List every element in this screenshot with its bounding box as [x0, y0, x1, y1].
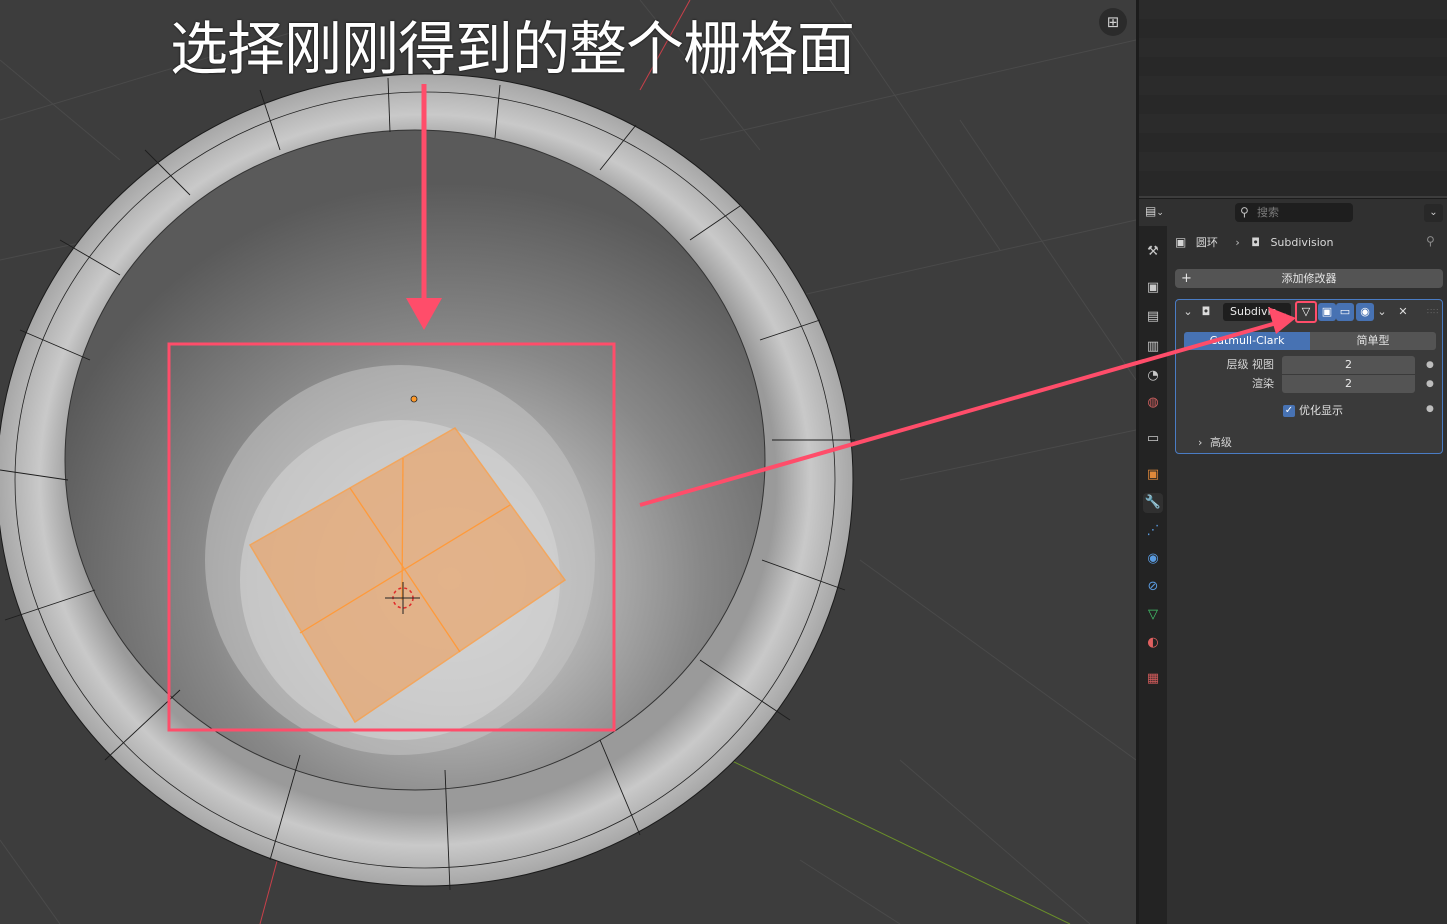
subdivision-type-selector: Catmull-Clark 简单型 [1184, 332, 1436, 350]
breadcrumb-separator: › [1235, 235, 1240, 249]
levels-viewport-label: 层级 视图 [1226, 358, 1275, 371]
viewport-display-toggle-icon[interactable]: ▭ [1336, 303, 1354, 321]
viewport-scene[interactable] [0, 0, 1136, 924]
on-cage-toggle-icon[interactable]: ▽ [1295, 301, 1317, 323]
close-icon[interactable]: ✕ [1396, 304, 1410, 320]
keyframe-dot-icon[interactable]: ● [1426, 400, 1434, 418]
modifier-icon: ◘ [1251, 235, 1260, 249]
editor-type-dropdown[interactable]: ▤⌄ [1145, 204, 1179, 222]
search-input[interactable]: ⚲ 搜索 [1235, 203, 1353, 222]
keyframe-dot-icon[interactable]: ● [1426, 375, 1434, 393]
modifier-name-field[interactable]: Subdivis... [1223, 303, 1291, 321]
subdivision-icon: ◘ [1201, 305, 1211, 318]
outliner-area[interactable] [1139, 0, 1447, 196]
keyframe-dot-icon[interactable]: ● [1426, 356, 1434, 374]
object-origin[interactable] [410, 395, 418, 403]
levels-viewport-field[interactable]: 2 [1282, 356, 1415, 374]
y-axis-line [729, 759, 1071, 924]
constraints-tab-icon[interactable]: ⊘ [1143, 577, 1163, 597]
physics-tab-icon[interactable]: ◉ [1143, 549, 1163, 569]
catmull-clark-option[interactable]: Catmull-Clark [1184, 332, 1310, 350]
edit-mode-toggle-icon[interactable]: ▣ [1318, 303, 1336, 321]
search-placeholder: 搜索 [1257, 206, 1279, 219]
material-tab-icon[interactable]: ◐ [1143, 633, 1163, 653]
properties-editor-icon: ▤ [1145, 204, 1157, 218]
simple-option[interactable]: 简单型 [1310, 332, 1436, 350]
properties-editor: ▤⌄ ⚲ 搜索 ⌄ ⚒ ▣ ▤ ▥ ◔ ◍ ▭ ▣ 🔧 ⋰ ◉ ⊘ ▽ ◐ ▦ ▣ 圆环 › ◘ Subdi… [1139, 198, 1447, 924]
properties-tabs: ⚒ ▣ ▤ ▥ ◔ ◍ ▭ ▣ 🔧 ⋰ ◉ ⊘ ▽ ◐ ▦ [1139, 226, 1167, 924]
add-modifier-label: 添加修改器 [1281, 272, 1337, 285]
chevron-down-icon: ⌄ [1156, 208, 1164, 218]
output-tab-icon[interactable]: ▤ [1143, 307, 1163, 327]
tool-tab-icon[interactable]: ⚒ [1143, 242, 1163, 262]
render-tab-icon[interactable]: ▣ [1143, 278, 1163, 298]
mesh-object-icon: ▣ [1175, 235, 1187, 249]
object-tab-icon[interactable]: ▣ [1143, 465, 1163, 485]
options-dropdown[interactable]: ⌄ [1424, 204, 1443, 222]
texture-tab-icon[interactable]: ▦ [1143, 669, 1163, 689]
breadcrumb-object: 圆环 [1195, 236, 1218, 249]
add-modifier-button[interactable]: + 添加修改器 [1175, 269, 1443, 288]
data-tab-icon[interactable]: ▽ [1143, 605, 1163, 625]
modifier-tab-icon[interactable]: 🔧 [1143, 493, 1163, 513]
subdivision-modifier-panel: ⌄ ◘ Subdivis... ▽ ▣ ▭ ◉ ⌄ ✕ ∷∷ Catmull-C… [1175, 299, 1443, 454]
3d-viewport[interactable]: 选择刚刚得到的整个栅格面 ⊞ [0, 0, 1136, 924]
search-icon: ⚲ [1240, 205, 1249, 219]
render-levels-field[interactable]: 2 [1282, 375, 1415, 393]
modifier-menu-chevron-icon[interactable]: ⌄ [1375, 304, 1389, 320]
render-levels-label: 渲染 [1252, 377, 1274, 390]
optimal-display-label: 优化显示 [1299, 404, 1343, 417]
breadcrumb: ▣ 圆环 › ◘ Subdivision [1175, 234, 1333, 252]
properties-header: ▤⌄ ⚲ 搜索 ⌄ [1139, 198, 1447, 226]
advanced-label: 高级 [1209, 436, 1232, 449]
world-tab-icon[interactable]: ◍ [1143, 393, 1163, 413]
perspective-toggle-icon[interactable]: ⊞ [1099, 8, 1127, 36]
collection-tab-icon[interactable]: ▭ [1143, 429, 1163, 449]
advanced-subpanel[interactable]: › 高级 [1198, 434, 1232, 450]
render-toggle-icon[interactable]: ◉ [1356, 303, 1374, 321]
pin-icon[interactable]: ⚲ [1426, 234, 1435, 248]
plus-icon: + [1181, 271, 1192, 286]
modifier-header: ⌄ ◘ Subdivis... ▽ ▣ ▭ ◉ ⌄ ✕ ∷∷ [1176, 300, 1442, 324]
breadcrumb-modifier: Subdivision [1270, 235, 1334, 249]
optimal-display-checkbox[interactable]: ✓ [1283, 405, 1295, 417]
view-layer-tab-icon[interactable]: ▥ [1143, 337, 1163, 357]
collapse-chevron-icon[interactable]: ⌄ [1181, 304, 1195, 320]
chevron-right-icon: › [1198, 436, 1203, 449]
scene-tab-icon[interactable]: ◔ [1143, 366, 1163, 386]
particles-tab-icon[interactable]: ⋰ [1143, 521, 1163, 541]
annotation-title: 选择刚刚得到的整个栅格面 [170, 15, 855, 83]
drag-handle-icon[interactable]: ∷∷ [1427, 307, 1439, 316]
